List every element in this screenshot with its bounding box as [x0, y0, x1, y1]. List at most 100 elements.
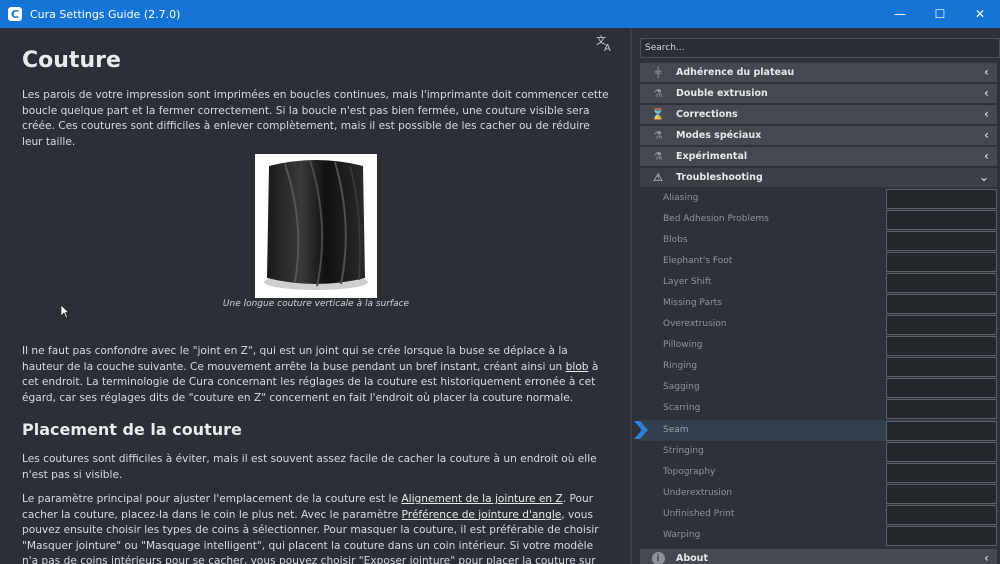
- category-experimental[interactable]: ⚗ Expérimental ‹: [640, 147, 997, 166]
- text-segment: Il ne faut pas confondre avec le "joint …: [22, 345, 568, 373]
- intro-paragraph: Les parois de votre impression sont impr…: [22, 89, 609, 148]
- chevron-left-icon: ‹: [984, 551, 989, 564]
- search-input[interactable]: Search...: [640, 38, 1000, 58]
- category-label: Adhérence du plateau: [676, 67, 795, 78]
- item-label: Stringing: [663, 446, 704, 456]
- item-label: Warping: [663, 530, 701, 540]
- troubleshooting-item[interactable]: Underextrusion: [640, 483, 997, 504]
- item-value-box: [886, 357, 997, 377]
- item-label: Ringing: [663, 361, 698, 371]
- section-heading: Placement de la couture: [22, 420, 242, 439]
- item-value-box: [886, 315, 997, 335]
- alignment-paragraph: Le paramètre principal pour ajuster l'em…: [22, 492, 612, 564]
- warning-icon: ⚠: [653, 171, 663, 184]
- item-label: Layer Shift: [663, 277, 712, 287]
- troubleshooting-item[interactable]: Blobs: [640, 230, 997, 251]
- selection-arrow-icon: [634, 421, 648, 439]
- troubleshooting-item[interactable]: Pillowing: [640, 335, 997, 356]
- item-value-box: [886, 378, 997, 398]
- info-icon: i: [650, 552, 666, 564]
- app-window: C Cura Settings Guide (2.7.0) — ☐ ✕ 文 A …: [0, 0, 1000, 564]
- minimize-button[interactable]: —: [880, 0, 920, 28]
- bed-adhesion-icon: ╪: [654, 66, 662, 79]
- category-bed-adhesion[interactable]: ╪ Adhérence du plateau ‹: [640, 63, 997, 82]
- close-button[interactable]: ✕: [960, 0, 1000, 28]
- window-controls: — ☐ ✕: [880, 0, 1000, 28]
- chevron-left-icon: ‹: [984, 149, 989, 163]
- experimental-icon: ⚗: [653, 150, 663, 163]
- category-corrections[interactable]: ⌛ Corrections ‹: [640, 105, 997, 124]
- chevron-left-icon: ‹: [984, 65, 989, 79]
- item-value-box: [886, 252, 997, 272]
- item-value-box: [886, 294, 997, 314]
- item-value-box: [886, 189, 997, 209]
- item-label: Scarring: [663, 403, 701, 413]
- item-value-box: [886, 442, 997, 462]
- item-label: Sagging: [663, 382, 700, 392]
- z-seam-alignment-link[interactable]: Alignement de la jointure en Z: [401, 493, 562, 505]
- item-value-box: [886, 484, 997, 504]
- item-label: Seam: [663, 425, 689, 435]
- dual-extrusion-icon: ⚗: [653, 87, 663, 100]
- item-value-box: [886, 421, 997, 441]
- chevron-left-icon: ‹: [984, 128, 989, 142]
- corner-preference-link[interactable]: Préférence de jointure d'angle: [402, 509, 562, 521]
- item-value-box: [886, 273, 997, 293]
- category-about[interactable]: i About ‹: [640, 549, 997, 564]
- cura-app-icon: C: [8, 7, 22, 21]
- svg-text:A: A: [604, 43, 611, 53]
- category-label: Corrections: [676, 109, 738, 120]
- troubleshooting-item[interactable]: Missing Parts: [640, 293, 997, 314]
- page-title: Couture: [22, 48, 121, 73]
- troubleshooting-item[interactable]: Stringing: [640, 441, 997, 462]
- troubleshooting-item[interactable]: Aliasing: [640, 188, 997, 209]
- troubleshooting-item[interactable]: Bed Adhesion Problems: [640, 209, 997, 230]
- maximize-button[interactable]: ☐: [920, 0, 960, 28]
- item-label: Elephant's Foot: [663, 256, 733, 266]
- item-value-box: [886, 526, 997, 546]
- item-label: Aliasing: [663, 193, 699, 203]
- title-bar: C Cura Settings Guide (2.7.0) — ☐ ✕: [0, 0, 1000, 28]
- article-pane: 文 A Couture Les parois de votre impressi…: [1, 28, 630, 564]
- text-segment: Le paramètre principal pour ajuster l'em…: [22, 493, 402, 505]
- troubleshooting-item[interactable]: Scarring: [640, 398, 997, 419]
- troubleshooting-item[interactable]: Sagging: [640, 377, 997, 398]
- z-seam-paragraph: Il ne faut pas confondre avec le "joint …: [22, 344, 612, 406]
- item-label: Blobs: [663, 235, 688, 245]
- category-special-modes[interactable]: ⚗ Modes spéciaux ‹: [640, 126, 997, 145]
- item-value-box: [886, 210, 997, 230]
- category-label: Modes spéciaux: [676, 130, 762, 141]
- blob-link[interactable]: blob: [566, 361, 589, 373]
- placement-paragraph: Les coutures sont difficiles à éviter, m…: [22, 453, 597, 481]
- troubleshooting-item[interactable]: Overextrusion: [640, 314, 997, 335]
- category-label: About: [676, 553, 708, 564]
- category-label: Expérimental: [676, 151, 748, 162]
- item-label: Pillowing: [663, 340, 703, 350]
- item-label: Underextrusion: [663, 488, 733, 498]
- troubleshooting-item[interactable]: Topography: [640, 462, 997, 483]
- troubleshooting-item[interactable]: Unfinished Print: [640, 504, 997, 525]
- window-title: Cura Settings Guide (2.7.0): [30, 7, 181, 21]
- category-troubleshooting[interactable]: ⚠ Troubleshooting ⌄: [640, 168, 997, 187]
- category-dual-extrusion[interactable]: ⚗ Double extrusion ‹: [640, 84, 997, 103]
- special-modes-icon: ⚗: [653, 129, 663, 142]
- troubleshooting-item[interactable]: Ringing: [640, 356, 997, 377]
- language-icon[interactable]: 文 A: [595, 33, 615, 54]
- chevron-down-icon: ⌄: [978, 170, 989, 184]
- troubleshooting-item[interactable]: Warping: [640, 525, 997, 546]
- chevron-left-icon: ‹: [984, 86, 989, 100]
- item-value-box: [886, 231, 997, 251]
- chevron-left-icon: ‹: [984, 107, 989, 121]
- item-value-box: [886, 336, 997, 356]
- troubleshooting-item-selected[interactable]: Seam: [640, 420, 997, 441]
- seam-figure-image: [255, 154, 377, 298]
- item-label: Bed Adhesion Problems: [663, 214, 769, 224]
- category-label: Troubleshooting: [676, 172, 763, 183]
- item-label: Topography: [663, 467, 716, 477]
- troubleshooting-item[interactable]: Elephant's Foot: [640, 251, 997, 272]
- mouse-cursor-icon: [60, 304, 70, 319]
- item-label: Unfinished Print: [663, 509, 735, 519]
- troubleshooting-item[interactable]: Layer Shift: [640, 272, 997, 293]
- info-glyph: i: [651, 552, 665, 564]
- settings-sidebar: Search... ╪ Adhérence du plateau ‹ ⚗ Dou…: [632, 28, 1000, 564]
